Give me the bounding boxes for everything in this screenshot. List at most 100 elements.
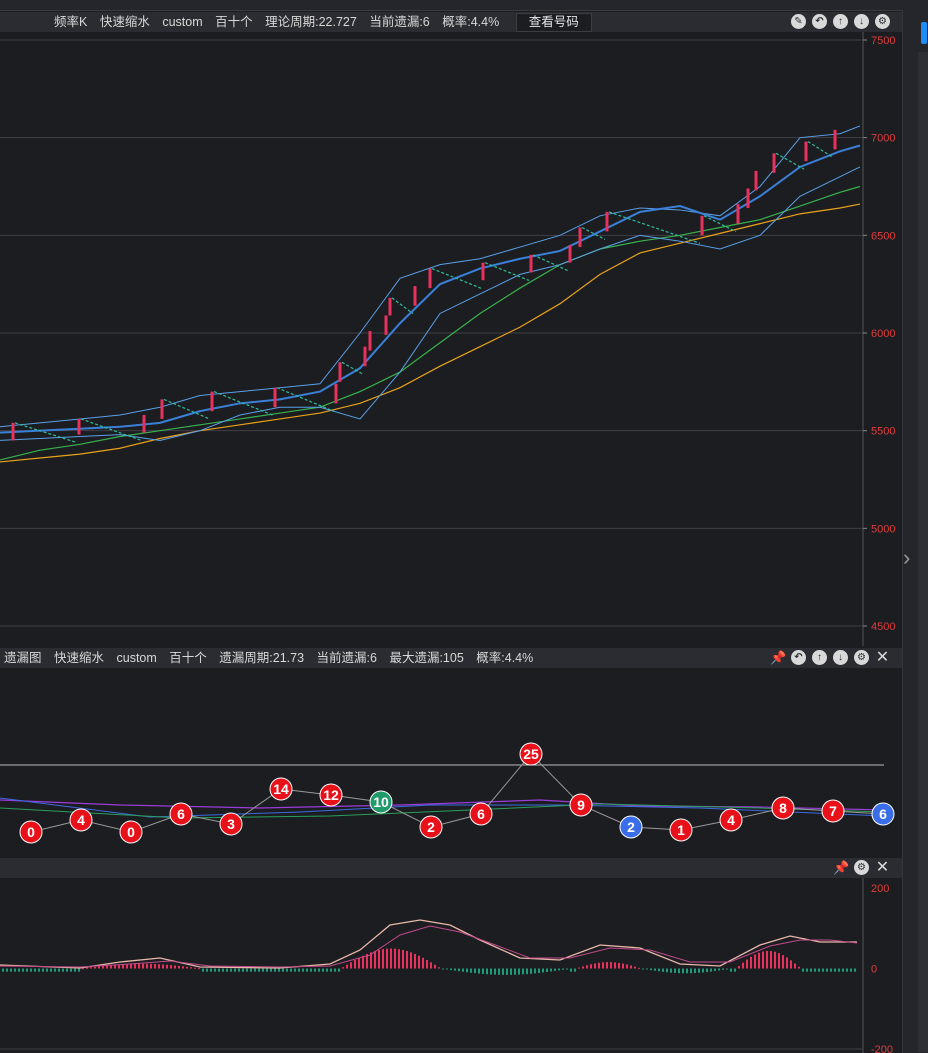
macd-histogram-bar bbox=[818, 968, 820, 972]
candle bbox=[605, 211, 609, 232]
macd-histogram-bar bbox=[214, 968, 216, 972]
macd-histogram-bar bbox=[650, 968, 652, 971]
macd-histogram-bar bbox=[278, 968, 280, 972]
macd-histogram-bar bbox=[434, 964, 436, 969]
boll-mid-line bbox=[0, 144, 861, 434]
macd-histogram-bar bbox=[466, 968, 468, 973]
macd-histogram-bar bbox=[598, 962, 600, 969]
macd-histogram-bar bbox=[86, 967, 88, 969]
y-tick-label: 7000 bbox=[871, 133, 895, 145]
omission-value-label: 6 bbox=[177, 806, 185, 822]
y-tick-label: 4500 bbox=[871, 621, 895, 633]
macd-histogram-bar bbox=[250, 968, 252, 972]
macd-histogram-bar bbox=[718, 968, 720, 971]
macd-histogram-bar bbox=[686, 968, 688, 974]
macd-histogram-bar bbox=[190, 967, 192, 969]
candle bbox=[338, 362, 342, 382]
y-tick-label: -200 bbox=[871, 1044, 893, 1053]
macd-histogram-bar bbox=[506, 968, 508, 975]
candle bbox=[273, 387, 277, 408]
macd-histogram-bar bbox=[662, 968, 664, 972]
macd-histogram-bar bbox=[426, 959, 428, 969]
macd-histogram-bar bbox=[438, 967, 440, 969]
y-tick-label: 6000 bbox=[871, 328, 895, 340]
macd-histogram-bar bbox=[810, 968, 812, 972]
macd-histogram-bar bbox=[586, 965, 588, 969]
macd-histogram-bar bbox=[218, 968, 220, 972]
macd-histogram-bar bbox=[378, 949, 380, 969]
macd-histogram-bar bbox=[562, 968, 564, 970]
candle bbox=[481, 262, 485, 281]
macd-histogram-bar bbox=[70, 968, 72, 972]
macd-histogram-bar bbox=[850, 968, 852, 972]
panel-accent-tab[interactable] bbox=[921, 22, 927, 44]
y-tick-label: 0 bbox=[871, 964, 877, 976]
macd-histogram-bar bbox=[286, 968, 288, 972]
macd-histogram-bar bbox=[726, 968, 728, 970]
y-tick-label: 7500 bbox=[871, 35, 895, 47]
macd-histogram-bar bbox=[782, 955, 784, 969]
macd-histogram-bar bbox=[682, 968, 684, 974]
macd-histogram-bar bbox=[106, 965, 108, 969]
macd-histogram-bar bbox=[306, 968, 308, 972]
macd-histogram-bar bbox=[350, 962, 352, 969]
macd-histogram-bar bbox=[626, 964, 628, 969]
charts-canvas[interactable]: 75007000650060005500500045000406314 12 102… bbox=[0, 0, 902, 1053]
macd-histogram-bar bbox=[334, 968, 336, 972]
macd-histogram-bar bbox=[382, 949, 384, 969]
macd-histogram-bar bbox=[38, 968, 40, 972]
macd-histogram-bar bbox=[502, 968, 504, 975]
macd-histogram-bar bbox=[534, 968, 536, 974]
macd-histogram-bar bbox=[498, 968, 500, 975]
macd-histogram-bar bbox=[338, 968, 340, 972]
trend-dash bbox=[213, 391, 274, 416]
macd-histogram-bar bbox=[618, 962, 620, 969]
macd-histogram-bar bbox=[346, 964, 348, 969]
candle bbox=[334, 383, 338, 404]
macd-histogram-bar bbox=[518, 968, 520, 975]
macd-histogram-bar bbox=[490, 968, 492, 975]
macd-histogram-bar bbox=[418, 955, 420, 969]
chevron-right-icon[interactable]: › bbox=[903, 546, 917, 570]
macd-histogram-bar bbox=[354, 959, 356, 969]
macd-histogram-bar bbox=[474, 968, 476, 974]
macd-histogram-bar bbox=[514, 968, 516, 975]
macd-histogram-bar bbox=[794, 963, 796, 969]
panel-scroll-track[interactable] bbox=[918, 52, 928, 1052]
candle bbox=[142, 415, 146, 433]
y-tick-label: 5500 bbox=[871, 426, 895, 438]
omission-value-label: 6 bbox=[879, 806, 887, 822]
macd-histogram-bar bbox=[766, 950, 768, 969]
macd-histogram-bar bbox=[42, 968, 44, 972]
macd-histogram-bar bbox=[758, 952, 760, 969]
macd-histogram-bar bbox=[510, 968, 512, 975]
macd-histogram-bar bbox=[638, 967, 640, 969]
omission-value-label: 2 bbox=[427, 819, 435, 835]
macd-histogram-bar bbox=[182, 966, 184, 969]
macd-histogram-bar bbox=[462, 968, 464, 972]
candle bbox=[754, 170, 758, 191]
macd-histogram-bar bbox=[478, 968, 480, 974]
macd-histogram-bar bbox=[542, 968, 544, 973]
macd-histogram-bar bbox=[410, 952, 412, 969]
trend-dash bbox=[391, 297, 414, 315]
macd-histogram-bar bbox=[170, 965, 172, 969]
macd-histogram-bar bbox=[130, 963, 132, 969]
macd-histogram-bar bbox=[246, 968, 248, 972]
macd-histogram-bar bbox=[550, 968, 552, 972]
macd-histogram-bar bbox=[30, 968, 32, 972]
omission-value-label: 12 bbox=[323, 787, 339, 803]
macd-histogram-bar bbox=[78, 968, 80, 972]
macd-histogram-bar bbox=[14, 968, 16, 972]
macd-histogram-bar bbox=[774, 951, 776, 969]
macd-histogram-bar bbox=[330, 968, 332, 972]
macd-histogram-bar bbox=[702, 968, 704, 973]
candle bbox=[413, 286, 417, 306]
macd-histogram-bar bbox=[242, 968, 244, 972]
macd-histogram-bar bbox=[622, 963, 624, 969]
macd-histogram-bar bbox=[166, 964, 168, 969]
omission-value-label: 10 bbox=[373, 794, 389, 810]
macd-histogram-bar bbox=[174, 965, 176, 969]
macd-histogram-bar bbox=[150, 963, 152, 969]
candle bbox=[160, 399, 164, 419]
